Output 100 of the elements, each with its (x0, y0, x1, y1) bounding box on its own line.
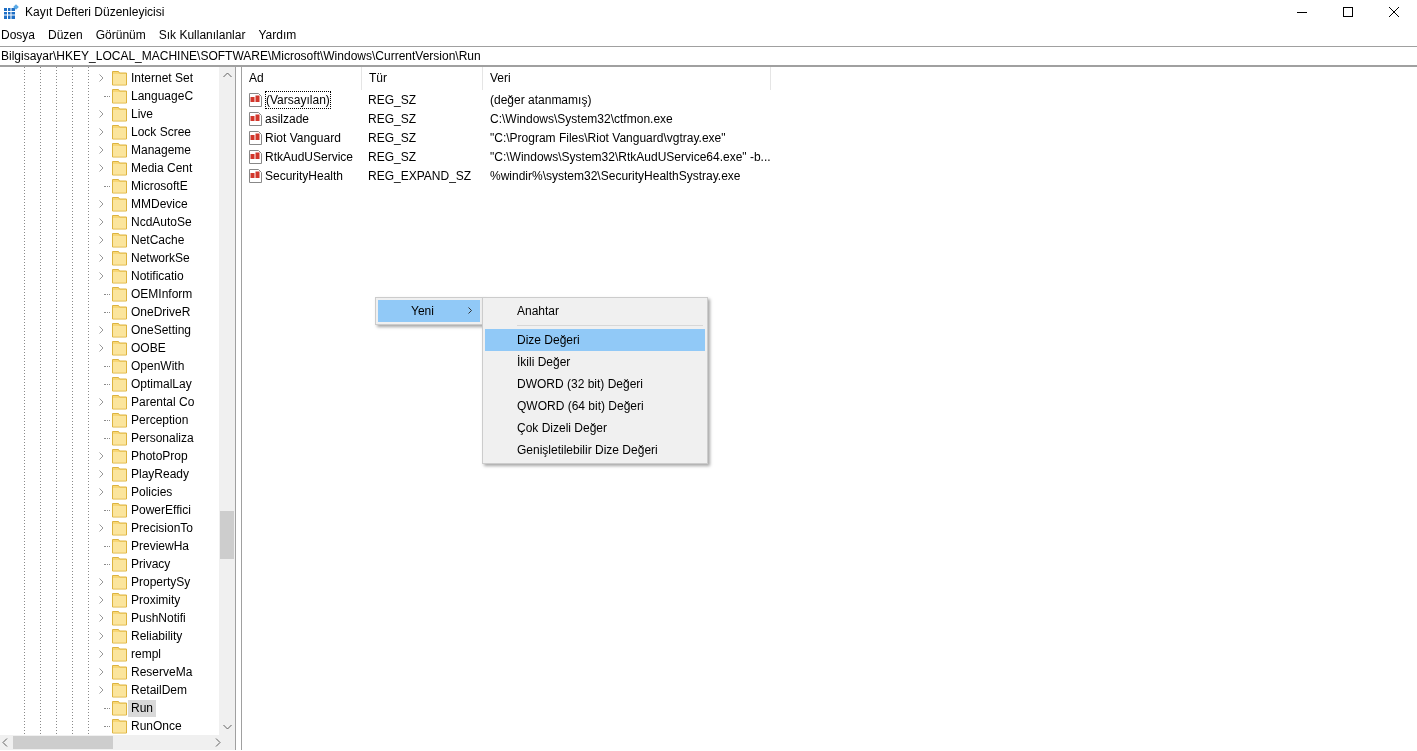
tree-item[interactable]: ReserveMa (128, 663, 196, 681)
tree-item[interactable]: Internet Set (128, 69, 197, 87)
menu-item[interactable]: Çok Dizeli Değer (485, 417, 705, 439)
chevron-right-icon[interactable] (99, 326, 104, 334)
chevron-right-icon[interactable] (99, 686, 104, 694)
chevron-right-icon[interactable] (99, 488, 104, 496)
chevron-right-icon[interactable] (99, 236, 104, 244)
tree-item[interactable]: NetworkSe (128, 249, 193, 267)
scroll-up-icon[interactable] (223, 72, 232, 78)
horizontal-scrollbar[interactable] (0, 735, 235, 750)
menu-item[interactable]: Düzen (47, 24, 90, 46)
menu-item[interactable]: Dosya (0, 24, 42, 46)
tree-item[interactable]: NetCache (128, 231, 188, 249)
scrollbar-thumb[interactable] (13, 736, 113, 749)
tree-item[interactable]: Parental Co (128, 393, 198, 411)
chevron-right-icon[interactable] (99, 344, 104, 352)
chevron-right-icon[interactable] (99, 200, 104, 208)
close-icon[interactable] (1389, 7, 1399, 17)
tree-item[interactable]: Proximity (128, 591, 184, 609)
tree-item[interactable]: MMDevice (128, 195, 191, 213)
column-header[interactable]: Ad (242, 67, 362, 90)
menu-item[interactable]: Genişletilebilir Dize Değeri (485, 439, 705, 461)
chevron-right-icon[interactable] (99, 146, 104, 154)
chevron-right-icon[interactable] (99, 632, 104, 640)
tree-item[interactable]: OpenWith (128, 357, 188, 375)
tree-item[interactable]: Personaliza (128, 429, 197, 447)
tree-item[interactable]: LanguageC (128, 87, 197, 105)
tree-item[interactable]: Notificatio (128, 267, 187, 285)
tree-item[interactable]: Lock Scree (128, 123, 195, 141)
vertical-scrollbar[interactable] (219, 67, 235, 735)
tree-item[interactable]: RunOnce (128, 717, 185, 735)
scroll-left-icon[interactable] (2, 738, 8, 747)
tree-item[interactable]: MicrosoftE (128, 177, 191, 195)
menu-item[interactable]: DWORD (32 bit) Değeri (485, 373, 705, 395)
tree-item[interactable]: Perception (128, 411, 192, 429)
menu-item[interactable]: İkili Değer (485, 351, 705, 373)
tree-item[interactable]: PowerEffici (128, 501, 194, 519)
value-name[interactable]: SecurityHealth (265, 166, 344, 185)
tree-item[interactable]: NcdAutoSe (128, 213, 195, 231)
tree-item[interactable]: Privacy (128, 555, 174, 573)
menu-item[interactable]: Anahtar (485, 300, 705, 322)
column-header[interactable]: Veri (483, 67, 771, 90)
registry-app-icon (3, 4, 19, 20)
tree-item[interactable]: PushNotifi (128, 609, 189, 627)
menu-item[interactable]: Görünüm (94, 24, 153, 46)
chevron-right-icon[interactable] (99, 524, 104, 532)
chevron-right-icon[interactable] (99, 254, 104, 262)
value-data: "C:\Program Files\Riot Vanguard\vgtray.exe" (490, 130, 726, 145)
tree-item[interactable]: OEMInform (128, 285, 196, 303)
value-type: REG_EXPAND_SZ (368, 168, 472, 183)
address-field[interactable]: Bilgisayar\HKEY_LOCAL_MACHINE\SOFTWARE\Microsoft\Windows\CurrentVersion\Run (1, 49, 481, 63)
folder-icon (112, 466, 127, 482)
chevron-right-icon[interactable] (99, 74, 104, 82)
tree-item[interactable]: Media Cent (128, 159, 196, 177)
menu-item[interactable]: Yeni (378, 300, 480, 322)
tree-item[interactable]: PhotoProp (128, 447, 191, 465)
value-name[interactable]: RtkAudUService (265, 147, 354, 166)
scroll-right-icon[interactable] (215, 738, 221, 747)
chevron-right-icon[interactable] (99, 614, 104, 622)
tree-item[interactable]: OOBE (128, 339, 169, 357)
tree-item[interactable]: Run (128, 699, 156, 717)
chevron-right-icon[interactable] (99, 650, 104, 658)
menu-item[interactable]: Dize Değeri (485, 329, 705, 351)
column-header[interactable]: Tür (362, 67, 483, 90)
tree-item[interactable]: Live (128, 105, 156, 123)
tree-item[interactable]: PrecisionTo (128, 519, 197, 537)
chevron-right-icon[interactable] (99, 578, 104, 586)
tree-item[interactable]: rempl (128, 645, 164, 663)
chevron-right-icon[interactable] (99, 128, 104, 136)
folder-icon (112, 268, 127, 284)
chevron-right-icon[interactable] (99, 668, 104, 676)
chevron-right-icon[interactable] (99, 398, 104, 406)
tree-item[interactable]: PreviewHa (128, 537, 193, 555)
value-name[interactable]: (Varsayılan) (265, 90, 331, 109)
value-name[interactable]: asilzade (265, 109, 310, 128)
value-name[interactable]: Riot Vanguard (265, 128, 341, 147)
tree-item[interactable]: PropertySy (128, 573, 194, 591)
tree-item[interactable]: OptimalLay (128, 375, 195, 393)
chevron-right-icon[interactable] (99, 470, 104, 478)
chevron-right-icon[interactable] (99, 272, 104, 280)
tree-item[interactable]: Policies (128, 483, 176, 501)
tree-item[interactable]: PlayReady (128, 465, 193, 483)
string-value-icon (247, 129, 263, 146)
tree-item[interactable]: OneSetting (128, 321, 195, 339)
chevron-right-icon[interactable] (99, 596, 104, 604)
tree-item[interactable]: Reliability (128, 627, 186, 645)
menu-item[interactable]: Yardım (257, 24, 304, 46)
tree-item[interactable]: Manageme (128, 141, 195, 159)
chevron-right-icon[interactable] (99, 218, 104, 226)
maximize-icon[interactable] (1343, 7, 1353, 17)
menu-item[interactable]: Sık Kullanılanlar (157, 24, 253, 46)
chevron-right-icon[interactable] (99, 452, 104, 460)
chevron-right-icon[interactable] (99, 164, 104, 172)
scroll-down-icon[interactable] (223, 724, 232, 730)
menu-item[interactable]: QWORD (64 bit) Değeri (485, 395, 705, 417)
folder-icon (112, 124, 127, 140)
tree-item[interactable]: RetailDem (128, 681, 190, 699)
tree-item[interactable]: OneDriveR (128, 303, 194, 321)
scrollbar-thumb[interactable] (220, 511, 234, 559)
chevron-right-icon[interactable] (99, 110, 104, 118)
